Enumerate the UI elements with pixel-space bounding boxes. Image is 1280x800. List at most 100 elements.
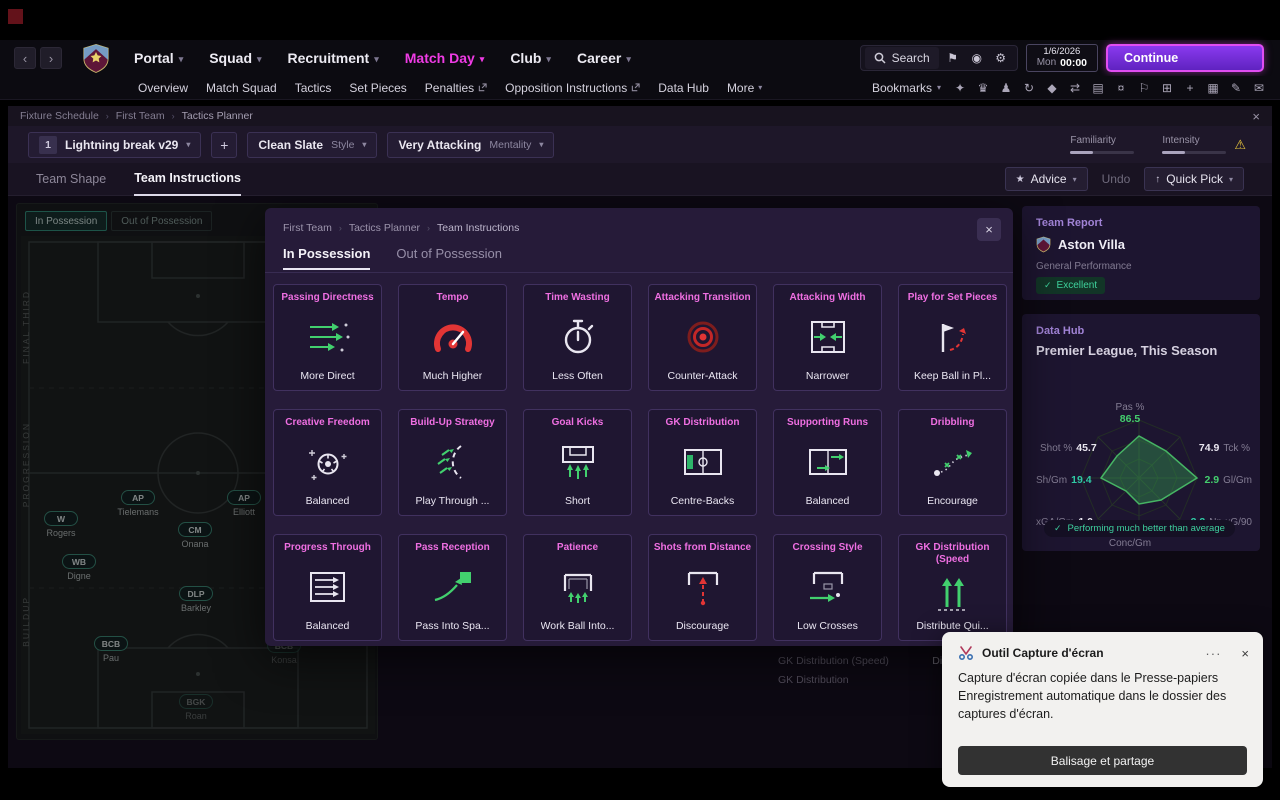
subnav-tactics[interactable]: Tactics	[295, 81, 332, 95]
subnav-data-hub[interactable]: Data Hub	[658, 81, 709, 95]
breadcrumb-item[interactable]: Tactics Planner	[349, 222, 420, 234]
tab-team-instructions[interactable]: Team Instructions	[134, 163, 241, 196]
add-tactic-button[interactable]: +	[211, 132, 237, 158]
tactic-slot-dropdown[interactable]: 1 Lightning break v29 ▾	[28, 132, 201, 158]
team-instructions-modal: First Team›Tactics Planner›Team Instruct…	[265, 208, 1013, 646]
reports-icon[interactable]: ▤	[1091, 81, 1105, 95]
mentality-dropdown[interactable]: Very Attacking Mentality ▾	[387, 132, 554, 158]
suggestions-icon[interactable]: ◉	[965, 47, 989, 69]
modal-tab-out-of-possession[interactable]: Out of Possession	[396, 246, 502, 270]
instruction-card-crossing-style[interactable]: Crossing StyleLow Crosses	[773, 534, 882, 641]
instruction-value: Low Crosses	[797, 620, 858, 632]
undo-button[interactable]: Undo	[1102, 172, 1131, 186]
instruction-card-build-up-strategy[interactable]: Build-Up StrategyPlay Through ...	[398, 409, 507, 516]
bookmarks-menu[interactable]: Bookmarks ▾	[872, 81, 941, 95]
nav-label: Squad	[209, 50, 252, 66]
search-button[interactable]: Search	[865, 47, 939, 69]
tactics-tabs-bar: Team Shape Team Instructions ★ Advice ▾ …	[8, 163, 1272, 196]
chat-icon[interactable]: ✦	[953, 81, 967, 95]
nav-squad[interactable]: Squad▾	[209, 50, 261, 66]
instruction-card-progress-through[interactable]: Progress ThroughBalanced	[273, 534, 382, 641]
subnav-match-squad[interactable]: Match Squad	[206, 81, 277, 95]
notes-icon[interactable]: ✎	[1229, 81, 1243, 95]
game-date[interactable]: 1/6/2026 Mon00:00	[1026, 44, 1098, 72]
instruction-card-time-wasting[interactable]: Time WastingLess Often	[523, 284, 632, 391]
passing-directness-icon	[305, 304, 351, 370]
nav-match-day[interactable]: Match Day▾	[405, 50, 485, 66]
medical-icon[interactable]: +	[1183, 81, 1197, 95]
instruction-card-gk-distribution-speed[interactable]: GK Distribution (SpeedDistribute Qui...	[898, 534, 1007, 641]
achievements-icon[interactable]: ◆	[1045, 81, 1059, 95]
breadcrumb-item[interactable]: First Team	[283, 222, 332, 234]
instruction-card-supporting-runs[interactable]: Supporting RunsBalanced	[773, 409, 882, 516]
trophy-icon[interactable]: ♛	[976, 81, 990, 95]
subnav-overview[interactable]: Overview	[138, 81, 188, 95]
advice-button[interactable]: ★ Advice ▾	[1005, 167, 1088, 191]
instruction-card-pass-reception[interactable]: Pass ReceptionPass Into Spa...	[398, 534, 507, 641]
instruction-card-passing-directness[interactable]: Passing DirectnessMore Direct	[273, 284, 382, 391]
stats-icon[interactable]: ⊞	[1160, 81, 1174, 95]
pass-reception-icon	[430, 554, 476, 620]
breadcrumb-item[interactable]: Tactics Planner	[182, 110, 253, 122]
toast-body: Capture d'écran copiée dans le Presse-pa…	[942, 661, 1263, 723]
nav-recruitment[interactable]: Recruitment▾	[288, 50, 379, 66]
subnav-more[interactable]: More▾	[727, 81, 762, 95]
chevron-down-icon: ▾	[937, 83, 941, 92]
back-button[interactable]: ‹	[14, 47, 36, 69]
warning-icon[interactable]: ⚠	[1234, 137, 1246, 153]
instruction-card-attacking-transition[interactable]: Attacking TransitionCounter-Attack	[648, 284, 757, 391]
calendar-icon[interactable]: ▦	[1206, 81, 1220, 95]
subnav-set-pieces[interactable]: Set Pieces	[349, 81, 406, 95]
instruction-card-shots-from-distance[interactable]: Shots from DistanceDiscourage	[648, 534, 757, 641]
nav-club[interactable]: Club▾	[510, 50, 551, 66]
instruction-card-dribbling[interactable]: DribblingEncourage	[898, 409, 1007, 516]
nation-flag-icon[interactable]: ⚐	[1137, 81, 1151, 95]
subnav-label: More	[727, 81, 754, 95]
transfers-icon[interactable]: ⇄	[1068, 81, 1082, 95]
settings-icon[interactable]: ⚙	[989, 47, 1013, 69]
subnav-opposition-instructions[interactable]: Opposition Instructions	[505, 81, 640, 95]
instruction-card-tempo[interactable]: TempoMuch Higher	[398, 284, 507, 391]
toast-close-icon[interactable]: ×	[1241, 646, 1249, 661]
forward-button[interactable]: ›	[40, 47, 62, 69]
kit-icon[interactable]: ♟	[999, 81, 1013, 95]
instruction-card-play-for-set-pieces[interactable]: Play for Set PiecesKeep Ball in Pl...	[898, 284, 1007, 391]
continue-button[interactable]: Continue	[1106, 44, 1264, 72]
instruction-card-goal-kicks[interactable]: Goal KicksShort	[523, 409, 632, 516]
close-icon[interactable]: ×	[1252, 109, 1260, 124]
instruction-title: Time Wasting	[545, 292, 609, 304]
quick-pick-button[interactable]: ↑ Quick Pick ▾	[1144, 167, 1244, 191]
subnav-label: Match Squad	[206, 81, 277, 95]
instruction-card-patience[interactable]: PatienceWork Ball Into...	[523, 534, 632, 641]
instruction-card-attacking-width[interactable]: Attacking WidthNarrower	[773, 284, 882, 391]
tab-team-shape[interactable]: Team Shape	[36, 172, 106, 186]
club-crest[interactable]	[82, 43, 110, 74]
tactic-slot-number: 1	[39, 136, 57, 154]
breadcrumb-item[interactable]: Team Instructions	[437, 222, 519, 234]
nav-career[interactable]: Career▾	[577, 50, 631, 66]
quick-pick-label: Quick Pick	[1166, 172, 1223, 186]
recording-indicator	[8, 9, 23, 24]
toast-menu-icon[interactable]: ···	[1205, 646, 1221, 661]
refresh-icon[interactable]: ↻	[1022, 81, 1036, 95]
performance-summary-text: Performing much better than average	[1068, 523, 1225, 534]
play-for-set-pieces-icon	[930, 304, 976, 370]
modal-tab-in-possession[interactable]: In Possession	[283, 246, 370, 270]
finances-icon[interactable]: ¤	[1114, 81, 1128, 95]
breadcrumb-separator: ›	[172, 111, 175, 121]
subnav-penalties[interactable]: Penalties	[425, 81, 487, 95]
breadcrumb-item[interactable]: Fixture Schedule	[20, 110, 99, 122]
modal-close-button[interactable]: ×	[977, 218, 1001, 241]
instruction-card-creative-freedom[interactable]: Creative FreedomBalanced	[273, 409, 382, 516]
topbar-tools: Search ⚑◉⚙ 1/6/2026 Mon00:00 Continue	[860, 44, 1264, 72]
check-icon: ✓	[1044, 280, 1052, 291]
team-report-panel[interactable]: Team Report Aston Villa General Performa…	[1022, 206, 1260, 300]
instruction-card-gk-distribution[interactable]: GK DistributionCentre-Backs	[648, 409, 757, 516]
inbox-icon[interactable]: ✉	[1252, 81, 1266, 95]
flag-icon[interactable]: ⚑	[941, 47, 965, 69]
data-hub-panel[interactable]: Data Hub Premier League, This Season	[1022, 314, 1260, 551]
style-dropdown[interactable]: Clean Slate Style ▾	[247, 132, 377, 158]
nav-portal[interactable]: Portal▾	[134, 50, 183, 66]
breadcrumb-item[interactable]: First Team	[116, 110, 165, 122]
toast-action-button[interactable]: Balisage et partage	[958, 746, 1247, 775]
